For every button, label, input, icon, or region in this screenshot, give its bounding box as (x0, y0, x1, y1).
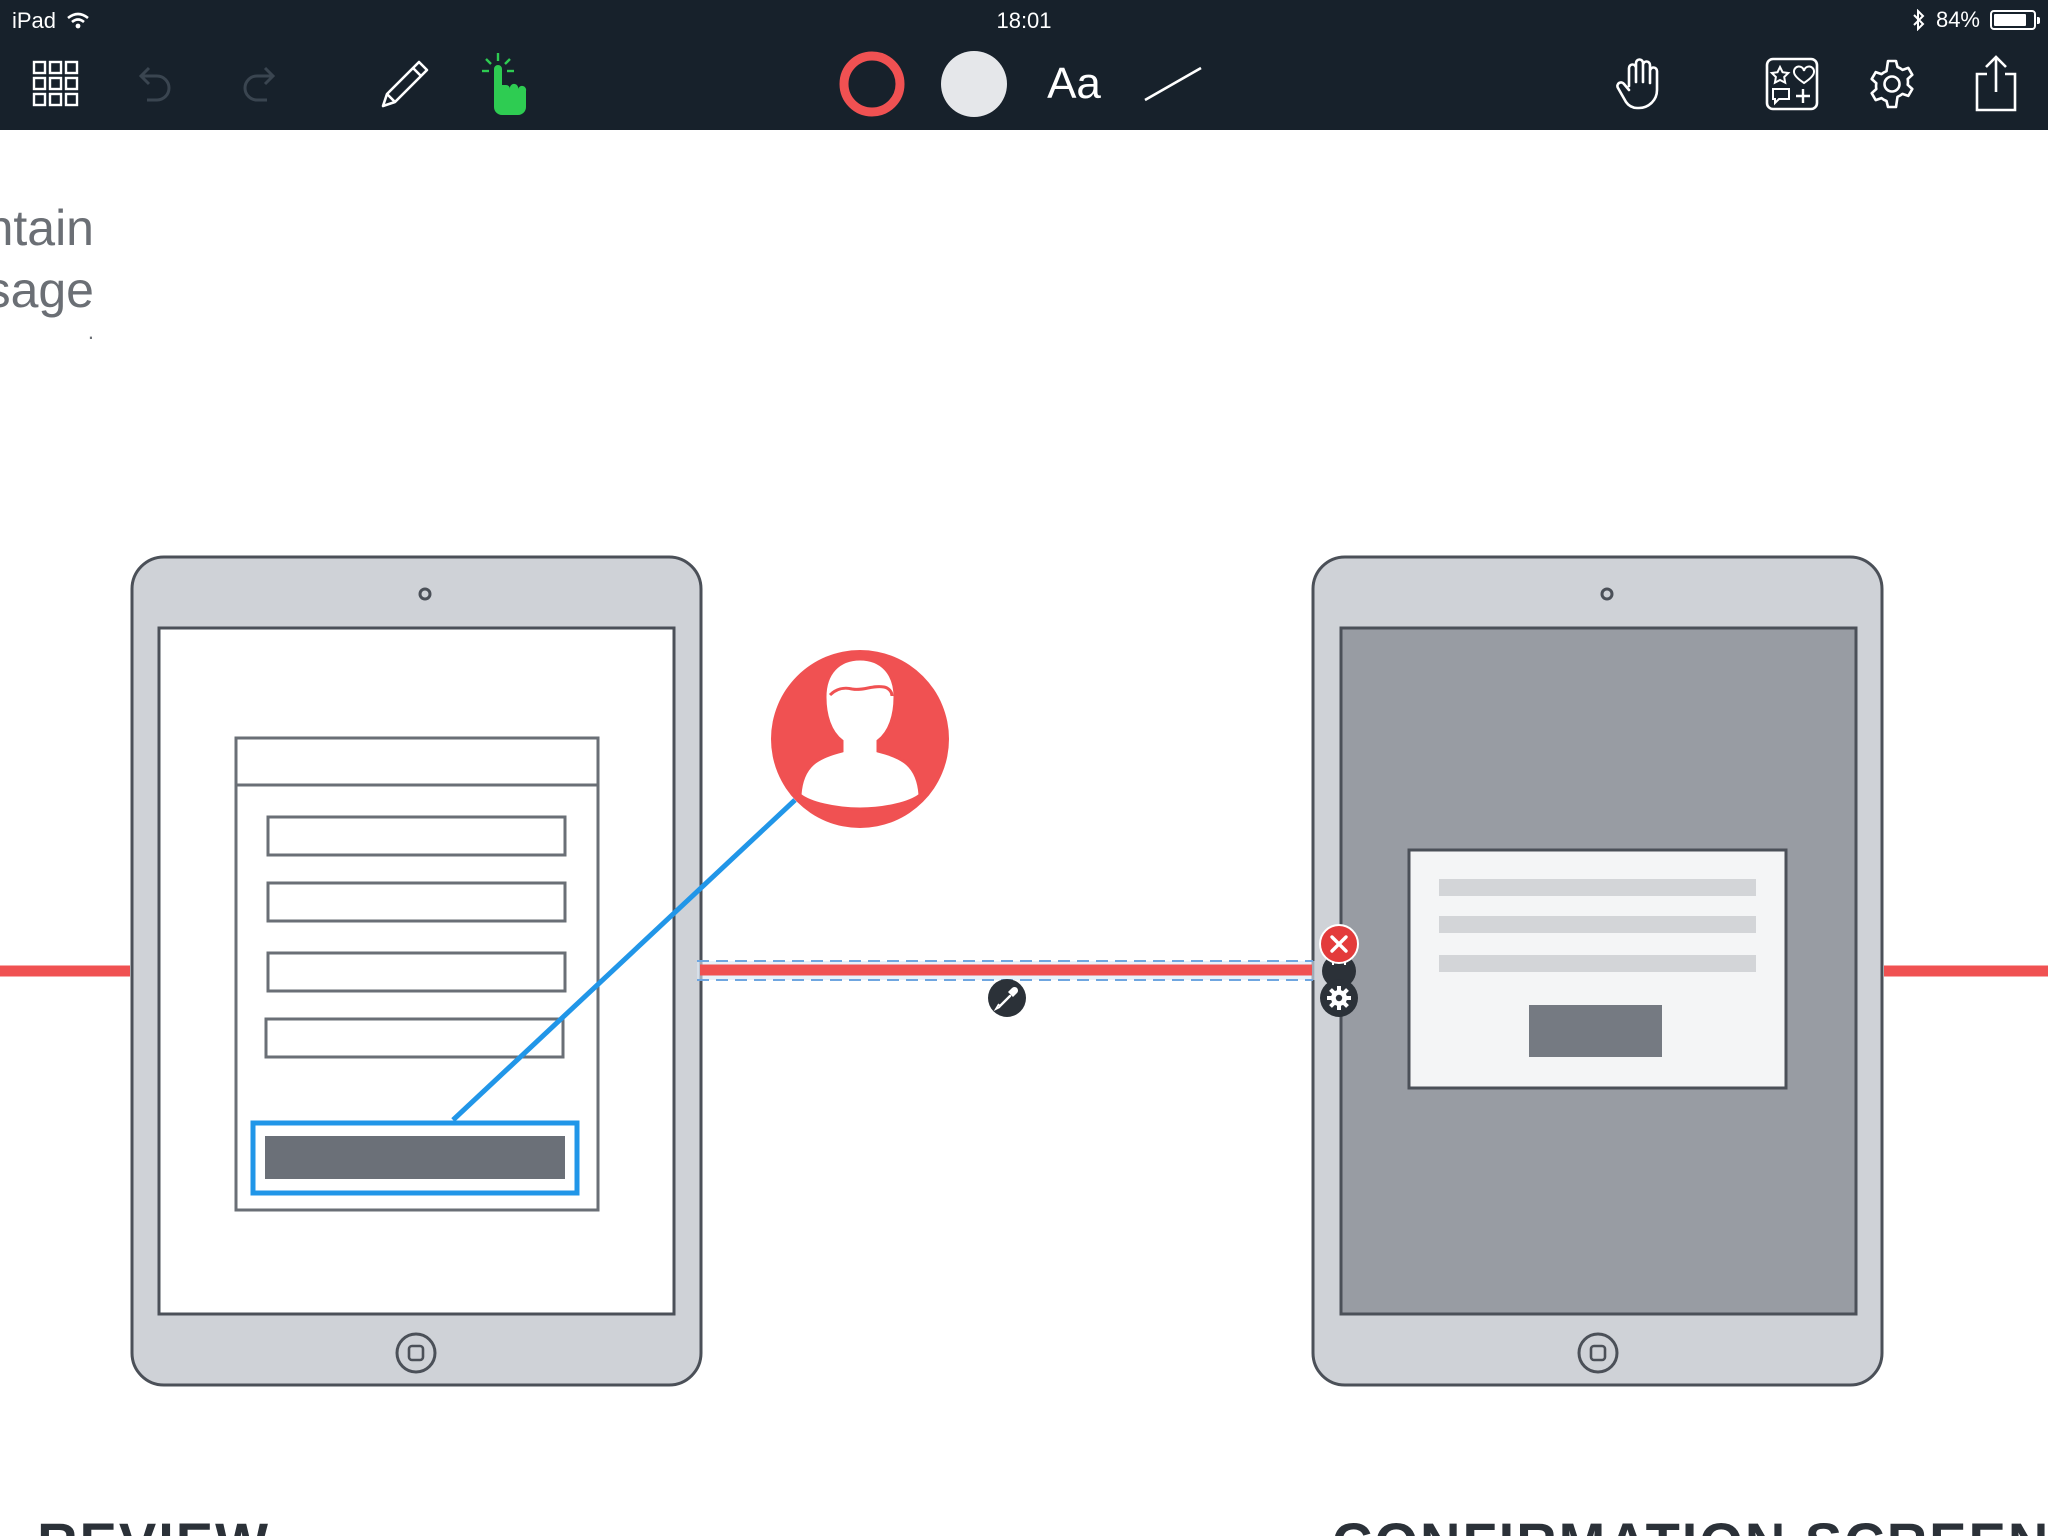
right-screen-label[interactable]: CONFIRMATION SCREEN (1332, 1510, 2048, 1536)
form-field[interactable] (266, 881, 567, 923)
status-left: iPad (12, 8, 90, 34)
stencil-library-button[interactable] (1764, 48, 1820, 120)
undo-icon (138, 66, 171, 102)
battery-percent: 84% (1935, 7, 1980, 32)
draw-tool-button[interactable] (372, 48, 438, 120)
bluetooth-icon (1913, 9, 1925, 31)
submit-button-shape[interactable] (265, 1136, 565, 1179)
connector-settings-button[interactable] (1320, 979, 1358, 1017)
form-field[interactable] (266, 951, 567, 993)
right-tablet-mockup[interactable] (1311, 555, 1884, 1387)
share-icon (1975, 55, 2017, 112)
gear-icon (1870, 59, 1914, 109)
stroke-color-swatch (839, 51, 905, 117)
eyedropper-handle[interactable] (988, 979, 1026, 1017)
wifi-icon (67, 12, 89, 29)
undo-button[interactable] (130, 48, 180, 120)
share-button[interactable] (1970, 48, 2022, 120)
redo-icon (243, 66, 276, 102)
form-field[interactable] (264, 1017, 565, 1059)
confirmation-dialog[interactable] (1407, 848, 1788, 1090)
battery-icon (1990, 10, 2040, 30)
battery-level (1994, 14, 2026, 26)
fill-color-swatch (941, 51, 1007, 117)
top-bar: iPad 18:01 84% Aa (0, 0, 2048, 130)
status-time: 18:01 (996, 8, 1052, 33)
left-screen-label[interactable]: AIL REVIEW (0, 1510, 270, 1536)
settings-button[interactable] (1864, 48, 1920, 120)
pages-grid-button[interactable] (26, 48, 86, 120)
form-card[interactable] (234, 736, 600, 1212)
connector-end-controls[interactable] (1319, 924, 1359, 1017)
redo-button[interactable] (234, 48, 284, 120)
fill-color-button[interactable] (938, 48, 1010, 120)
form-field[interactable] (266, 815, 567, 857)
device-name: iPad (12, 8, 57, 33)
stencil-library-icon (1765, 57, 1819, 111)
hand-icon (1616, 58, 1659, 110)
confirm-button-shape[interactable] (1529, 1005, 1662, 1057)
drawing-canvas[interactable]: ntain sage . (0, 130, 2048, 1536)
line-style-icon (1144, 66, 1202, 102)
grid-icon (32, 60, 79, 107)
line-style-button[interactable] (1142, 48, 1204, 120)
user-badge[interactable] (771, 650, 949, 828)
pan-tool-button[interactable] (1614, 48, 1670, 120)
text-style-label: Aa (1047, 59, 1101, 108)
stroke-color-button[interactable] (836, 48, 908, 120)
wireframe-diagram (0, 555, 2048, 1387)
pencil-icon (381, 60, 429, 108)
delete-connector-button[interactable] (1319, 924, 1359, 964)
tap-hand-icon (482, 53, 527, 115)
text-style-button[interactable]: Aa (1038, 48, 1110, 120)
selected-connector[interactable] (697, 960, 1315, 981)
status-right: 84% (1912, 7, 2040, 33)
interaction-tool-button[interactable] (474, 48, 538, 120)
